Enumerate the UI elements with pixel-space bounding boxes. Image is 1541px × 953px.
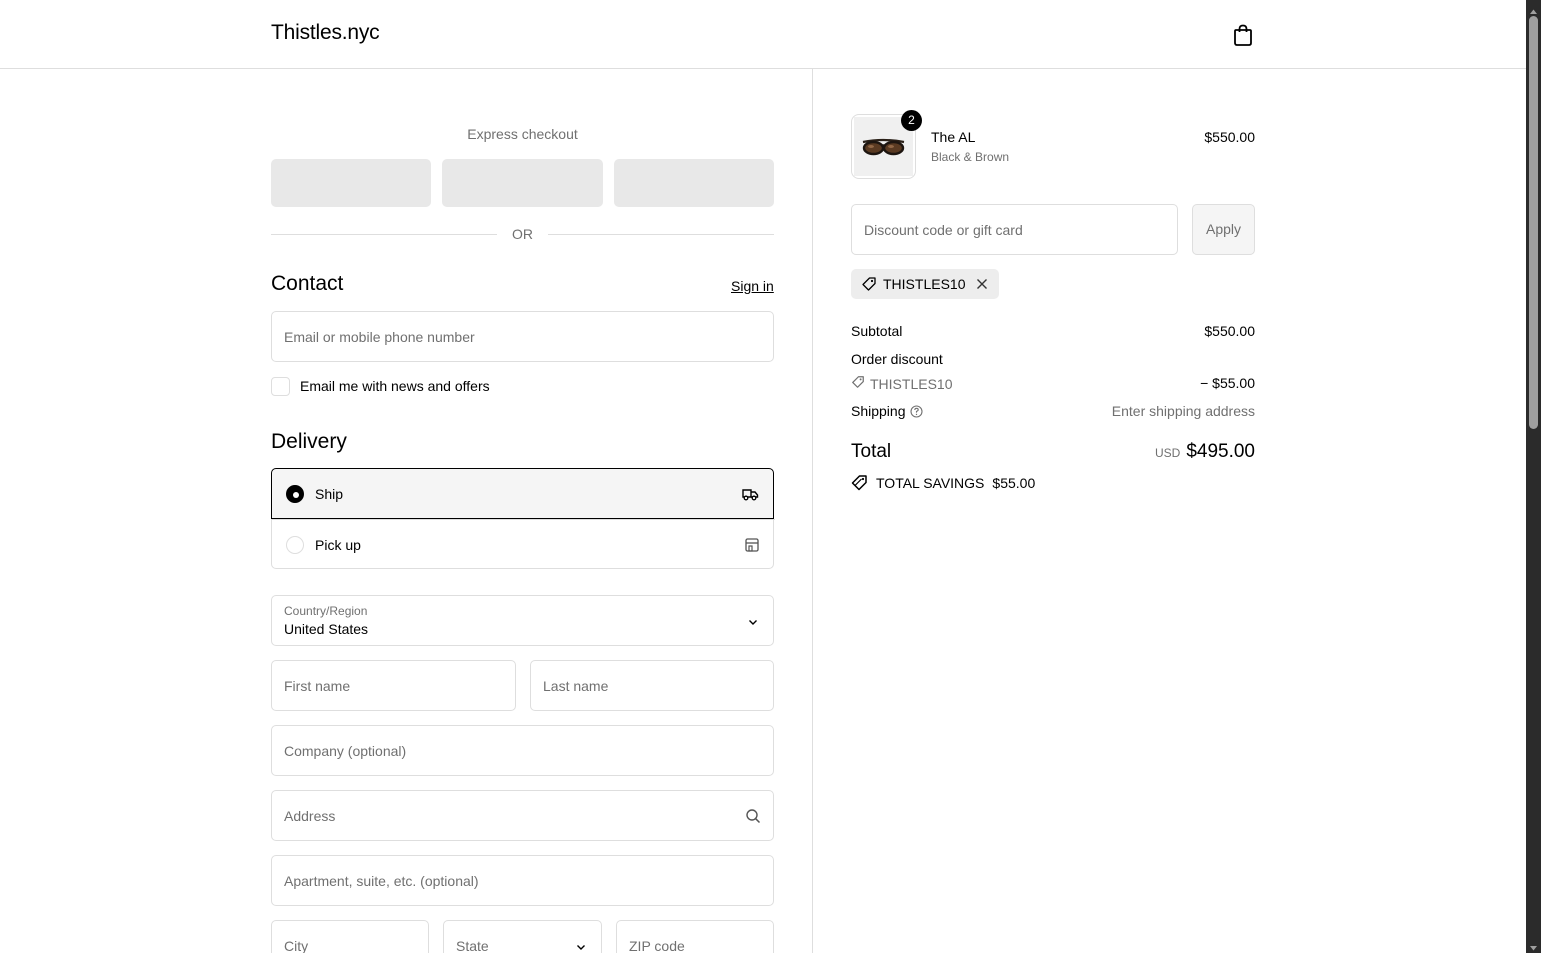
total-amount: $495.00 (1186, 441, 1255, 462)
email-field[interactable]: Email or mobile phone number (271, 311, 774, 362)
express-pay-button-2[interactable] (442, 159, 603, 207)
savings-value: $55.00 (992, 474, 1036, 491)
brand-logo[interactable]: Thistles.nyc (271, 21, 380, 45)
product-price: $550.00 (1204, 129, 1255, 145)
pickup-label: Pick up (315, 537, 361, 553)
sign-in-link[interactable]: Sign in (731, 278, 774, 294)
tag-icon (851, 375, 865, 392)
delivery-heading: Delivery (271, 430, 347, 453)
total-savings: TOTAL SAVINGS $55.00 (851, 474, 1035, 491)
scroll-up-arrow-icon[interactable] (1529, 3, 1538, 14)
address-field[interactable]: Address (271, 790, 774, 841)
express-checkout-title: Express checkout (467, 126, 578, 142)
country-value: United States (284, 621, 369, 637)
last-name-field[interactable]: Last name (530, 660, 774, 711)
or-separator: OR (271, 226, 774, 242)
apply-discount-button[interactable]: Apply (1192, 204, 1255, 255)
product-name: The AL (931, 129, 976, 145)
apartment-placeholder: Apartment, suite, etc. (optional) (284, 873, 479, 889)
order-discount-label: Order discount (851, 351, 943, 367)
chevron-down-icon (747, 615, 759, 627)
page-scrollbar[interactable] (1526, 0, 1541, 953)
product-variant: Black & Brown (931, 150, 1010, 164)
order-summary-column (813, 69, 1526, 953)
search-icon (745, 808, 761, 824)
state-select[interactable]: State (443, 920, 602, 953)
total-label: Total (851, 441, 892, 462)
express-pay-button-1[interactable] (271, 159, 431, 207)
shopping-bag-icon[interactable] (1230, 22, 1256, 48)
store-icon (743, 536, 761, 554)
ship-label: Ship (315, 486, 344, 502)
shipping-row-label: Shipping (851, 403, 923, 419)
truck-icon (741, 485, 759, 503)
discount-code-row: THISTLES10 (851, 375, 952, 392)
help-icon[interactable] (909, 405, 923, 418)
newsletter-checkbox[interactable] (271, 377, 290, 396)
discount-value: − $55.00 (1200, 375, 1255, 391)
newsletter-label: Email me with news and offers (300, 378, 490, 394)
email-placeholder: Email or mobile phone number (284, 329, 475, 345)
zip-placeholder: ZIP code (629, 938, 685, 953)
first-name-field[interactable]: First name (271, 660, 516, 711)
company-placeholder: Company (optional) (284, 743, 407, 759)
total-value-row: USD $495.00 (1055, 441, 1255, 463)
last-name-placeholder: Last name (543, 678, 609, 694)
ship-radio[interactable] (286, 485, 304, 503)
scroll-down-arrow-icon[interactable] (1529, 940, 1538, 951)
subtotal-label: Subtotal (851, 323, 903, 339)
delivery-option-ship[interactable]: Ship (271, 468, 774, 519)
state-placeholder: State (456, 938, 489, 953)
zip-field[interactable]: ZIP code (616, 920, 774, 953)
chevron-down-icon (575, 940, 587, 952)
subtotal-value: $550.00 (1204, 323, 1255, 339)
total-currency: USD (1154, 446, 1181, 460)
company-field[interactable]: Company (optional) (271, 725, 774, 776)
shipping-value: Enter shipping address (1111, 403, 1255, 419)
discount-code-text: THISTLES10 (870, 375, 953, 392)
scrollbar-thumb[interactable] (1529, 16, 1538, 429)
first-name-placeholder: First name (284, 678, 351, 694)
city-field[interactable]: City (271, 920, 429, 953)
applied-code-text: THISTLES10 (883, 276, 966, 292)
savings-label: TOTAL SAVINGS (876, 474, 985, 491)
country-label: Country/Region (284, 604, 368, 618)
country-select[interactable]: Country/Region United States (271, 595, 774, 646)
apartment-field[interactable]: Apartment, suite, etc. (optional) (271, 855, 774, 906)
remove-discount-icon[interactable] (975, 277, 989, 291)
tag-icon (851, 474, 868, 491)
quantity-badge: 2 (901, 110, 922, 131)
address-placeholder: Address (284, 808, 336, 824)
shipping-label: Shipping (851, 403, 906, 419)
tag-icon (861, 276, 877, 292)
express-pay-button-3[interactable] (614, 159, 774, 207)
applied-discount-tag: THISTLES10 (851, 269, 1000, 299)
pickup-radio[interactable] (286, 536, 304, 554)
contact-heading: Contact (271, 272, 344, 295)
discount-placeholder: Discount code or gift card (864, 222, 1023, 238)
delivery-option-pickup[interactable]: Pick up (272, 519, 775, 569)
discount-code-field[interactable]: Discount code or gift card (851, 204, 1178, 255)
city-placeholder: City (284, 938, 309, 953)
site-header: Thistles.nyc (0, 0, 1526, 69)
delivery-method-group: Ship Pick up (271, 468, 775, 569)
